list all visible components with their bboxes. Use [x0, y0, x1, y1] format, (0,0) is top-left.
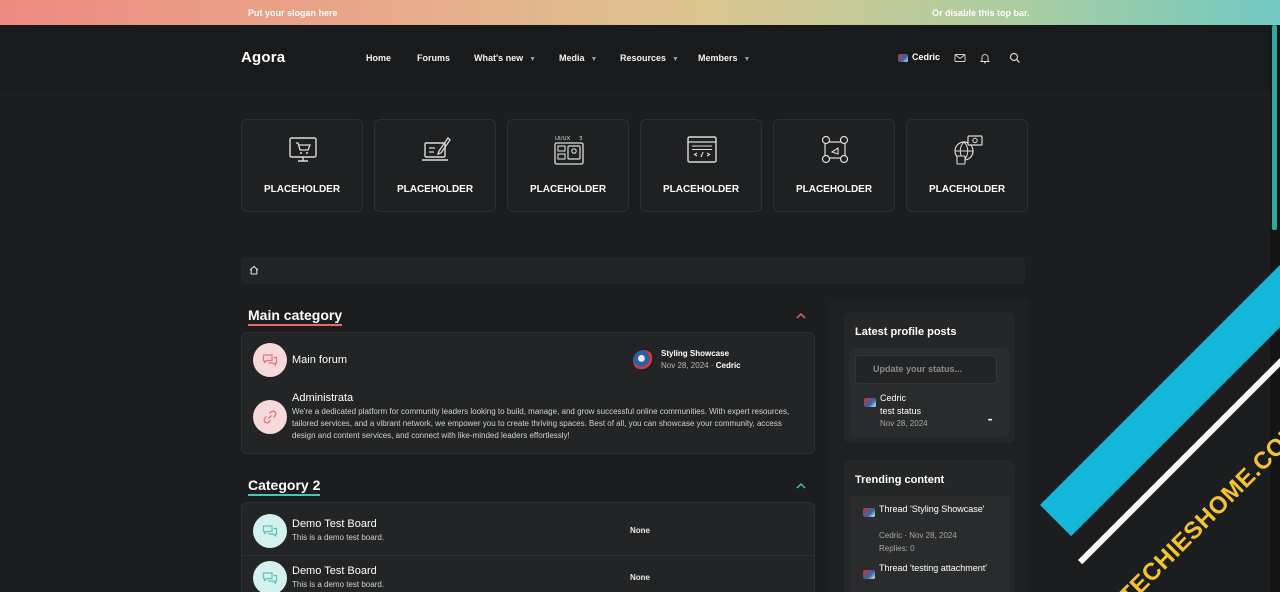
profile-posts-block: Latest profile posts Update your status.… — [844, 312, 1015, 443]
node-description: We're a dedicated platform for community… — [292, 407, 790, 440]
site-logo[interactable]: Agora — [241, 49, 285, 66]
avatar — [898, 53, 908, 62]
nav-item-forums[interactable]: Forums — [417, 53, 450, 63]
user-menu[interactable]: Cedric — [898, 52, 940, 62]
block-title[interactable]: Latest profile posts — [855, 326, 956, 338]
forum-node-icon — [253, 514, 287, 548]
username: Cedric — [912, 52, 941, 62]
nav-item-members[interactable]: Members ▼ — [698, 53, 750, 63]
category-title[interactable]: Category 2 — [248, 477, 321, 496]
shopping-cart-monitor-icon — [289, 137, 317, 162]
avatar[interactable] — [863, 508, 875, 517]
feature-tile[interactable]: PLACEHOLDER — [241, 119, 363, 212]
node-title[interactable]: Administrata — [292, 392, 353, 404]
category-underline — [248, 324, 343, 326]
feature-tile[interactable]: PLACEHOLDER — [374, 119, 496, 212]
disable-topbar-text: Or disable this top bar. — [932, 8, 1030, 18]
envelope-icon[interactable] — [954, 52, 966, 64]
trending-title[interactable]: Thread 'Styling Showcase' — [879, 502, 989, 516]
forum-node-icon — [253, 343, 287, 377]
tile-label: PLACEHOLDER — [795, 184, 873, 195]
bell-icon[interactable] — [979, 52, 991, 64]
trending-item[interactable]: Thread 'Styling Showcase' Cedric · Nov 2… — [849, 496, 1010, 562]
tile-label: PLACEHOLDER — [928, 184, 1006, 195]
code-window-icon — [687, 136, 717, 163]
divider — [242, 555, 814, 556]
home-icon[interactable] — [249, 265, 259, 275]
feature-tile[interactable]: PLACEHOLDER — [640, 119, 762, 212]
social-media-icon — [821, 135, 849, 164]
feature-tile[interactable]: UI/UX 3 PLACEHOLDER — [507, 119, 629, 212]
sidebar: Latest profile posts Update your status.… — [829, 299, 1029, 592]
link-node-icon — [253, 400, 287, 434]
trending-item[interactable]: Thread 'testing attachment' — [849, 560, 1010, 592]
avatar[interactable] — [864, 398, 876, 407]
node-title[interactable]: Main forum — [292, 354, 347, 366]
breadcrumb — [241, 257, 1025, 284]
nav-item-whats-new[interactable]: What's new ▼ — [474, 53, 536, 63]
site-header: Agora Home Forums What's new ▼ Media ▼ Res… — [0, 25, 1270, 91]
tile-label: PLACEHOLDER — [396, 184, 474, 195]
chevron-up-icon[interactable] — [795, 312, 807, 320]
scrollbar-thumb[interactable] — [1272, 25, 1277, 230]
post-date[interactable]: Nov 28, 2024 — [880, 419, 928, 428]
chat-bubbles-icon — [262, 354, 278, 367]
tile-label: PLACEHOLDER — [529, 184, 607, 195]
latest-thread-meta: Nov 28, 2024 · Cedric — [661, 361, 741, 370]
svg-text:3: 3 — [579, 136, 583, 142]
category-panel: Demo Test Board This is a demo test boar… — [241, 502, 815, 592]
more-options-icon[interactable]: ••• — [988, 418, 992, 424]
chevron-down-icon[interactable]: ▼ — [672, 56, 679, 63]
avatar[interactable] — [633, 350, 654, 371]
feature-tile[interactable]: PLACEHOLDER — [906, 119, 1028, 212]
node-title[interactable]: Demo Test Board — [292, 565, 377, 577]
nav-item-home[interactable]: Home — [366, 53, 391, 63]
trending-title[interactable]: Thread 'testing attachment' — [879, 561, 989, 575]
top-bar: Put your slogan here Or disable this top… — [0, 0, 1280, 25]
latest-thread-user[interactable]: Cedric — [716, 361, 741, 370]
block-title[interactable]: Trending content — [855, 474, 944, 486]
trending-block: Trending content Thread 'Styling Showcas… — [844, 460, 1015, 592]
post-text: test status — [880, 406, 922, 416]
post-author[interactable]: Cedric — [880, 393, 906, 403]
tile-label: PLACEHOLDER — [662, 184, 740, 195]
latest-none: None — [630, 573, 650, 582]
svg-text:UI/UX: UI/UX — [555, 136, 571, 142]
latest-none: None — [630, 526, 650, 535]
category-underline — [248, 494, 321, 496]
tile-label: PLACEHOLDER — [263, 184, 341, 195]
chat-bubbles-icon — [262, 525, 278, 538]
trending-replies: Replies: 0 — [879, 544, 915, 553]
chat-bubbles-icon — [262, 572, 278, 585]
category-title[interactable]: Main category — [248, 307, 343, 326]
latest-thread-title[interactable]: Styling Showcase — [661, 349, 729, 358]
laptop-pen-icon — [422, 136, 451, 161]
feature-tile[interactable]: PLACEHOLDER — [773, 119, 895, 212]
forum-node-icon — [253, 561, 287, 592]
web-devices-icon — [954, 135, 983, 165]
node-title[interactable]: Demo Test Board — [292, 518, 377, 530]
node-description: This is a demo test board. — [292, 533, 385, 542]
chevron-down-icon[interactable]: ▼ — [744, 56, 751, 63]
link-icon — [263, 410, 277, 424]
chevron-up-icon[interactable] — [795, 482, 807, 490]
chevron-down-icon[interactable]: ▼ — [529, 56, 536, 63]
status-input[interactable]: Update your status... — [855, 355, 997, 384]
node-description: This is a demo test board. — [292, 580, 385, 589]
trending-meta: Cedric · Nov 28, 2024 — [879, 531, 957, 540]
nav-item-resources[interactable]: Resources ▼ — [620, 53, 679, 63]
slogan-text: Put your slogan here — [248, 8, 338, 18]
avatar[interactable] — [863, 570, 875, 579]
nav-item-media[interactable]: Media ▼ — [559, 53, 597, 63]
ui-ux-layout-icon: UI/UX 3 — [554, 136, 584, 165]
profile-posts-body: Update your status... Cedric test status… — [849, 348, 1010, 437]
search-icon[interactable] — [1009, 52, 1021, 64]
chevron-down-icon[interactable]: ▼ — [591, 56, 598, 63]
category-panel: Main forum Styling Showcase Nov 28, 2024… — [241, 332, 815, 454]
